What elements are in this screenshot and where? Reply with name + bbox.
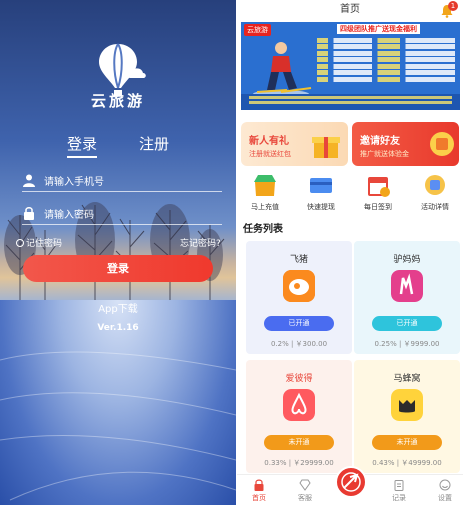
quick-activity-label: 活动详情 (421, 203, 449, 211)
notification-badge: 1 (448, 1, 458, 11)
promo-invite-friends[interactable]: 邀请好友 推广就送体验金 (352, 122, 459, 166)
banner-footer (241, 94, 460, 110)
task-info: 0.25% | ￥9999.00 (374, 340, 440, 348)
promo-newcomer-gift[interactable]: 新人有礼 注册就送红包 (241, 122, 348, 166)
tab-home-label: 首页 (252, 494, 266, 502)
tab-home[interactable]: 首页 (239, 479, 279, 503)
tab-customer-service[interactable]: 客服 (285, 479, 325, 503)
promo-newcomer-subtitle: 注册就送红包 (249, 150, 291, 158)
card-withdraw-icon (310, 178, 332, 193)
remember-label: 记住密码 (26, 239, 63, 249)
tab-records-label: 记录 (392, 494, 406, 502)
forgot-password-link[interactable]: 忘记密码? (180, 236, 221, 249)
home-lock-icon (254, 479, 264, 491)
task-name: 爱彼得 (285, 374, 313, 384)
phone-placeholder: 请输入手机号 (44, 177, 104, 188)
quick-activity[interactable]: 活动详情 (407, 172, 463, 212)
quick-checkin-label: 每日签到 (364, 203, 392, 211)
user-icon (23, 174, 35, 187)
task-card-airbnb[interactable]: 爱彼得 未开通 0.33% | ￥29999.00 (246, 360, 352, 473)
task-status-button[interactable]: 未开通 (372, 435, 442, 450)
smiley-settings-icon (439, 479, 451, 491)
task-status-button[interactable]: 已开通 (372, 316, 442, 331)
diamond-service-icon (299, 479, 311, 491)
task-card-lvmama[interactable]: 驴妈妈 已开通 0.25% | ￥9999.00 (354, 241, 460, 354)
airbnb-logo-icon (283, 389, 315, 421)
clipboard-records-icon (394, 480, 404, 491)
banner-brand: 云旅游 (244, 24, 271, 36)
screenshot-root: 云旅游 登录 注册 请输入手机号 请输入密码 记住密码 忘记密码? 登录 App… (0, 0, 463, 505)
tab-login[interactable]: 登录 (67, 133, 98, 158)
fliggy-logo-icon (283, 270, 315, 302)
banner-title: 四级团队推广送现金福利 (337, 24, 420, 34)
activity-details-icon (425, 175, 445, 195)
task-status-button[interactable]: 未开通 (264, 435, 334, 450)
quick-checkin[interactable]: 每日签到 (350, 172, 406, 212)
mafengwo-logo-icon (391, 389, 423, 421)
task-info: 0.33% | ￥29999.00 (264, 459, 334, 467)
banner-reward-table (317, 36, 455, 92)
promo-newcomer-title: 新人有礼 (249, 136, 289, 147)
home-screen: 首页 1 云旅游 四级团队推广送现金福利 新人有礼 注册就送红包 邀请好友 推广… (237, 0, 463, 505)
app-download-link[interactable]: App下载 (0, 300, 236, 315)
tab-records[interactable]: 记录 (379, 479, 419, 503)
notification-bell[interactable]: 1 (440, 1, 458, 18)
promo-invite-title: 邀请好友 (360, 136, 400, 147)
quick-recharge[interactable]: 马上充值 (237, 172, 293, 212)
skier-illustration (253, 42, 312, 98)
page-title: 首页 (340, 4, 360, 15)
quick-withdraw[interactable]: 快速提现 (293, 172, 349, 212)
task-name: 驴妈妈 (393, 255, 421, 265)
quick-withdraw-label: 快速提现 (307, 203, 335, 211)
task-name: 飞猪 (289, 255, 308, 265)
lock-icon (24, 207, 34, 220)
version-label: Ver.1.16 (97, 323, 139, 333)
auth-tabs: 登录 注册 (0, 133, 236, 158)
shop-recharge-icon (254, 175, 276, 196)
lvmama-logo-icon (391, 270, 423, 302)
tab-settings[interactable]: 设置 (425, 479, 463, 503)
tab-customer-service-label: 客服 (298, 494, 312, 502)
password-placeholder: 请输入密码 (44, 210, 94, 221)
task-name: 马蜂窝 (393, 374, 421, 384)
red-envelope-icon (430, 132, 454, 156)
center-action-button[interactable] (335, 466, 367, 498)
task-card-mafengwo[interactable]: 马蜂窝 未开通 0.43% | ￥49999.00 (354, 360, 460, 473)
task-card-fliggy[interactable]: 飞猪 已开通 0.2% | ￥300.00 (246, 241, 352, 354)
radio-circle-icon (16, 239, 24, 247)
gift-box-icon (312, 137, 340, 158)
tab-settings-label: 设置 (438, 494, 452, 502)
login-button[interactable]: 登录 (23, 255, 213, 282)
task-status-button[interactable]: 已开通 (264, 316, 334, 331)
promo-banner[interactable]: 云旅游 四级团队推广送现金福利 (241, 22, 460, 110)
plane-icon (341, 472, 361, 492)
password-field[interactable]: 请输入密码 (22, 203, 222, 225)
tab-register[interactable]: 注册 (139, 133, 169, 154)
promo-invite-subtitle: 推广就送体验金 (360, 150, 409, 158)
remember-password-checkbox[interactable]: 记住密码 (16, 236, 62, 249)
task-info: 0.43% | ￥49999.00 (372, 459, 442, 467)
phone-field[interactable]: 请输入手机号 (22, 170, 222, 192)
quick-recharge-label: 马上充值 (251, 203, 279, 211)
task-info: 0.2% | ￥300.00 (270, 340, 328, 348)
app-name: 云旅游 (90, 92, 145, 110)
login-screen: 云旅游 登录 注册 请输入手机号 请输入密码 记住密码 忘记密码? 登录 App… (0, 0, 236, 505)
task-list-heading: 任务列表 (243, 224, 283, 235)
calendar-checkin-icon (368, 177, 390, 197)
